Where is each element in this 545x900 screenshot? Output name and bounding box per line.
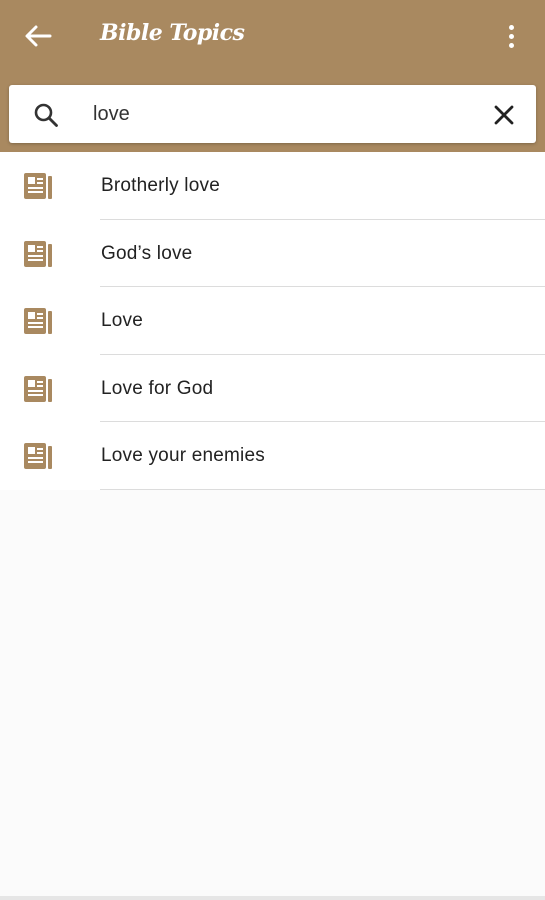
book-icon [24,240,52,267]
search-bar [9,85,536,143]
search-input[interactable] [85,97,475,131]
list-item-label: Love your enemies [101,445,265,466]
more-vertical-icon [508,24,514,30]
arrow-left-icon [25,25,52,47]
list-item-label: Love for God [101,377,214,399]
bottom-edge [0,896,545,900]
book-icon [24,443,52,469]
list-item-label: God’s love [101,242,193,264]
more-options-button[interactable] [496,18,526,54]
list-item[interactable]: Love your enemies [0,422,545,490]
divider [100,488,545,490]
page-title: Bible Topics [100,20,245,46]
clear-search-button[interactable] [489,100,519,130]
list-item-label: Love [101,310,144,331]
close-icon [494,105,514,125]
list-item-label: Brotherly love [101,175,220,196]
back-button[interactable] [18,18,58,54]
list-item[interactable]: Love for God [0,355,545,422]
list-item[interactable]: Love [0,287,545,355]
book-icon [24,375,52,402]
app-bar: Bible Topics [0,0,545,152]
list-item[interactable]: God’s love [0,220,545,287]
search-results-list: Brotherly love God’s love Love Love for … [0,152,545,490]
book-icon [24,308,52,334]
list-item[interactable]: Brotherly love [0,152,545,220]
search-icon [34,103,58,127]
book-icon [24,173,52,199]
